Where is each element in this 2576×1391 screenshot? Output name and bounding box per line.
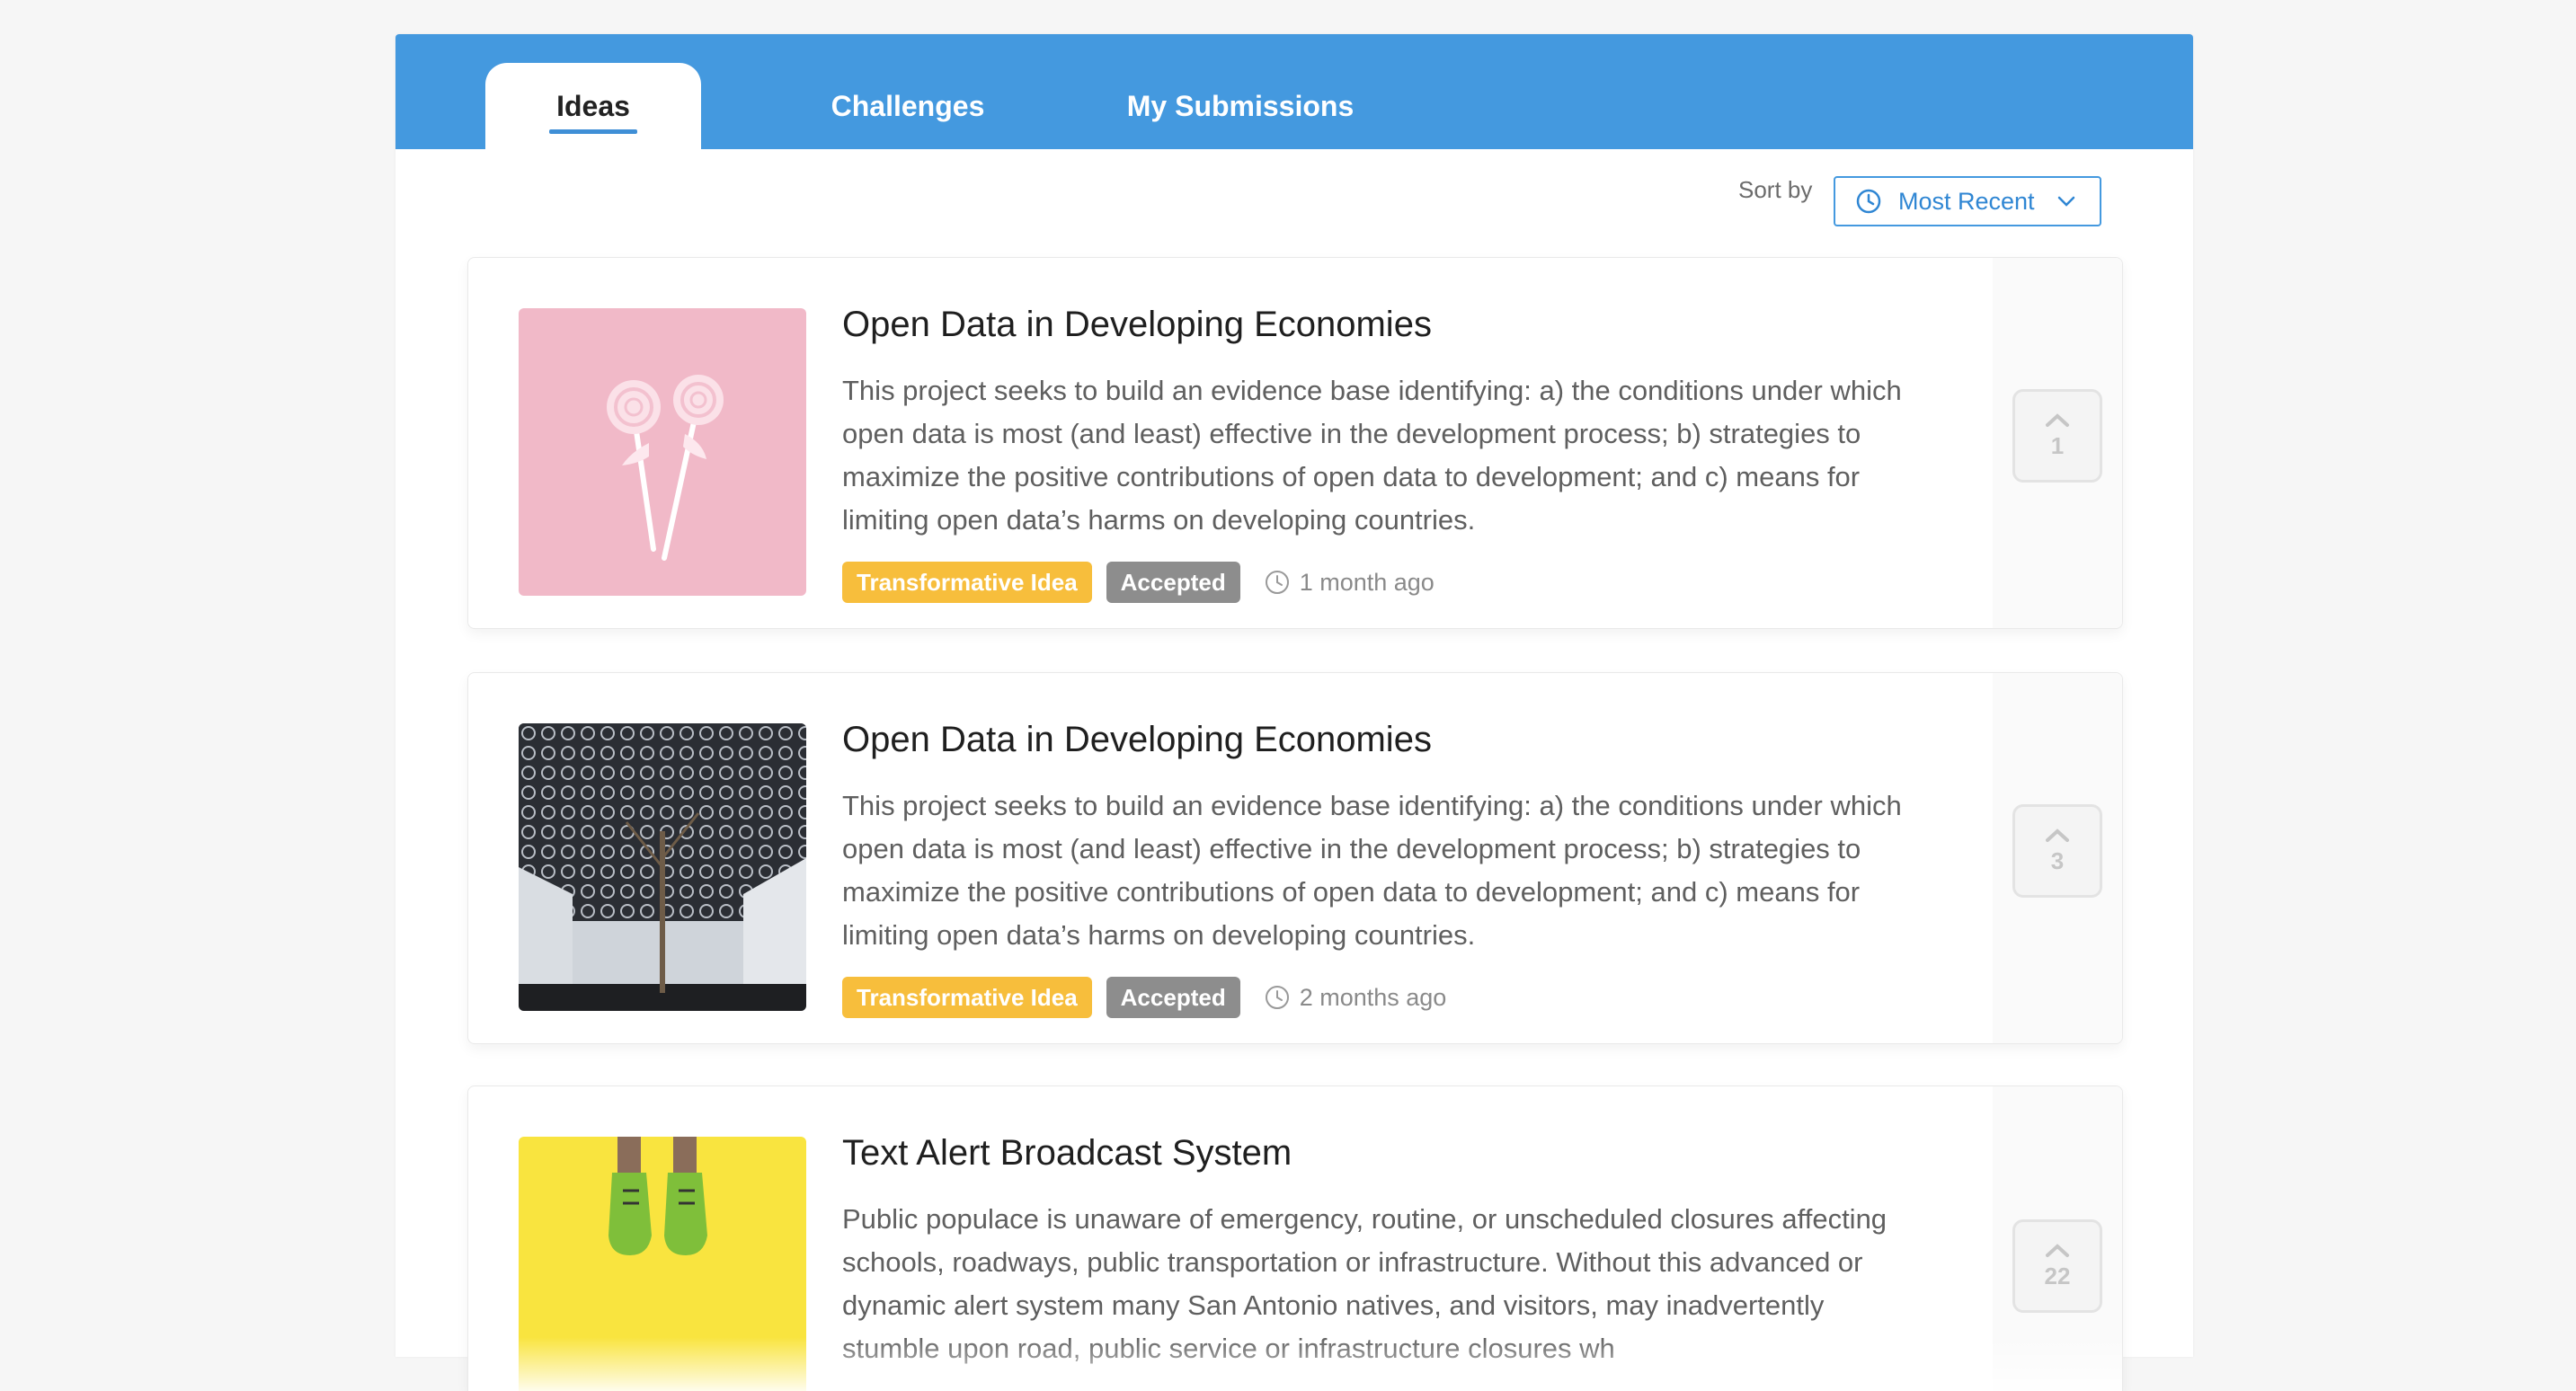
tab-ideas[interactable]: Ideas bbox=[485, 63, 701, 149]
tab-my-submissions[interactable]: My Submissions bbox=[1106, 63, 1375, 149]
sort-by-label: Sort by bbox=[1738, 176, 1813, 203]
vote-count: 22 bbox=[2044, 1262, 2071, 1289]
idea-time-text: 2 months ago bbox=[1299, 983, 1447, 1011]
tag-transformative-idea: Transformative Idea bbox=[842, 977, 1092, 1018]
chevron-down-icon bbox=[2057, 196, 2075, 207]
idea-title[interactable]: Open Data in Developing Economies bbox=[842, 305, 1432, 345]
tag-transformative-idea: Transformative Idea bbox=[842, 562, 1092, 603]
lattice-dome-image[interactable] bbox=[519, 723, 806, 1011]
idea-card[interactable]: Open Data in Developing Economies This p… bbox=[467, 257, 2123, 629]
clock-icon bbox=[1856, 189, 1881, 214]
idea-time: 1 month ago bbox=[1264, 569, 1435, 597]
idea-title[interactable]: Open Data in Developing Economies bbox=[842, 720, 1432, 760]
upvote-button[interactable]: 3 bbox=[2012, 804, 2102, 898]
idea-card[interactable]: Text Alert Broadcast System Public popul… bbox=[467, 1085, 2123, 1391]
idea-description: This project seeks to build an evidence … bbox=[842, 375, 1902, 536]
tag-accepted: Accepted bbox=[1106, 977, 1240, 1018]
dome-illustration bbox=[519, 723, 806, 1011]
tab-challenges-label: Challenges bbox=[831, 89, 985, 122]
upvote-button[interactable]: 1 bbox=[2012, 389, 2102, 483]
sort-dropdown[interactable]: Most Recent bbox=[1834, 176, 2101, 226]
idea-time: 2 months ago bbox=[1264, 983, 1447, 1012]
tab-my-submissions-label: My Submissions bbox=[1126, 89, 1355, 122]
clock-icon bbox=[1265, 986, 1289, 1009]
sort-value: Most Recent bbox=[1898, 187, 2035, 215]
ideas-panel: Ideas Challenges My Submissions Sort by … bbox=[395, 34, 2193, 1391]
tab-bar: Ideas Challenges My Submissions bbox=[395, 34, 2193, 149]
clock-icon bbox=[1265, 571, 1289, 594]
idea-card[interactable]: Open Data in Developing Economies This p… bbox=[467, 672, 2123, 1044]
pink-lollipops-image[interactable] bbox=[519, 308, 806, 596]
idea-description: This project seeks to build an evidence … bbox=[842, 790, 1902, 951]
tag-accepted: Accepted bbox=[1106, 562, 1240, 603]
chevron-up-icon bbox=[2046, 1243, 2069, 1257]
idea-title[interactable]: Text Alert Broadcast System bbox=[842, 1133, 1292, 1174]
chevron-up-icon bbox=[2046, 412, 2069, 427]
upvote-button[interactable]: 22 bbox=[2012, 1219, 2102, 1313]
lollipops-illustration bbox=[607, 375, 724, 561]
card-fade-overlay bbox=[468, 1337, 2122, 1391]
tab-challenges[interactable]: Challenges bbox=[773, 63, 1043, 149]
vote-count: 1 bbox=[2050, 431, 2065, 459]
chevron-up-icon bbox=[2046, 828, 2069, 842]
vote-count: 3 bbox=[2050, 846, 2065, 874]
idea-time-text: 1 month ago bbox=[1299, 568, 1435, 596]
tab-ideas-label: Ideas bbox=[549, 89, 637, 134]
idea-tags: Transformative Idea Accepted 1 month ago bbox=[842, 562, 1435, 603]
idea-tags: Transformative Idea Accepted 2 months ag… bbox=[842, 977, 1446, 1018]
